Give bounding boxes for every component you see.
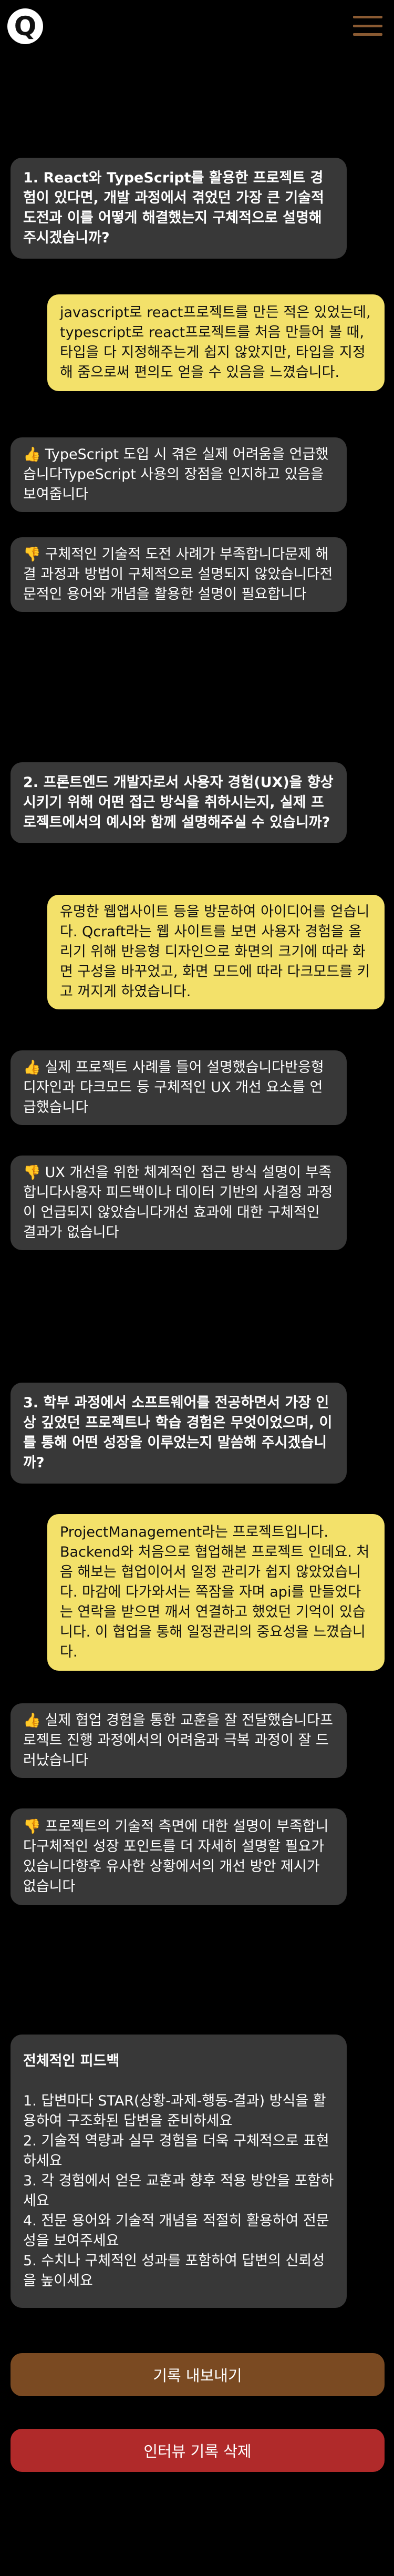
thumbs-down-icon: 👎	[23, 546, 41, 563]
feedback-good-3: 👍 실제 협업 경험을 통한 교훈을 잘 전달했습니다프로젝트 진행 과정에서의 …	[11, 1703, 347, 1778]
logo-letter: Q	[14, 11, 37, 42]
overall-feedback-card: 전체적인 피드백 1. 답변마다 STAR(상황-과제-행동-결과) 방식을 활…	[11, 2035, 347, 2308]
feedback-bad-text: UX 개선을 위한 체계적인 접근 방식 설명이 부족합니다사용자 피드백이나 …	[23, 1164, 333, 1241]
feedback-good-text: TypeScript 도입 시 겪은 실제 어려움을 언급했습니다TypeScr…	[23, 446, 329, 503]
answer-3: ProjectManagement라는 프로젝트입니다. Backend와 처음…	[47, 1514, 385, 1671]
question-text: 2. 프론트엔드 개발자로서 사용자 경험(UX)을 향상시키기 위해 어떤 접…	[23, 774, 334, 831]
thumbs-up-icon: 👍	[23, 446, 41, 463]
feedback-good-2: 👍 실제 프로젝트 사례를 들어 설명했습니다반응형 디자인과 다크모드 등 구체…	[11, 1050, 347, 1125]
thumbs-down-icon: 👎	[23, 1818, 41, 1835]
export-record-label: 기록 내보내기	[153, 2367, 242, 2385]
question-2: 2. 프론트엔드 개발자로서 사용자 경험(UX)을 향상시키기 위해 어떤 접…	[11, 762, 347, 843]
feedback-good-text: 실제 프로젝트 사례를 들어 설명했습니다반응형 디자인과 다크모드 등 구체적…	[23, 1059, 324, 1116]
app-header: Q	[0, 0, 394, 53]
question-text: 3. 학부 과정에서 소프트웨어를 전공하면서 가장 인상 깊었던 프로젝트나 …	[23, 1395, 333, 1471]
feedback-bad-text: 프로젝트의 기술적 측면에 대한 설명이 부족합니다구체적인 성장 포인트를 더…	[23, 1818, 329, 1895]
answer-2: 유명한 웹앱사이트 등을 방문하여 아이디어를 얻습니다. Qcraft라는 웹…	[47, 895, 385, 1009]
thumbs-down-icon: 👎	[23, 1164, 41, 1181]
feedback-bad-1: 👎 구체적인 기술적 도전 사례가 부족합니다문제 해결 과정과 방법이 구체적으…	[11, 537, 347, 612]
overall-feedback-item: 1. 답변마다 STAR(상황-과제-행동-결과) 방식을 활용하여 구조화된 …	[23, 2093, 326, 2129]
export-record-button[interactable]: 기록 내보내기	[11, 2353, 385, 2396]
overall-feedback-item: 5. 수치나 구체적인 성과를 포함하여 답변의 신뢰성을 높이세요	[23, 2253, 325, 2289]
feedback-good-text: 실제 협업 경험을 통한 교훈을 잘 전달했습니다프로젝트 진행 과정에서의 어…	[23, 1712, 333, 1769]
overall-feedback-title: 전체적인 피드백	[23, 2053, 120, 2069]
overall-feedback-item: 2. 기술적 역량과 실무 경험을 더욱 구체적으로 표현하세요	[23, 2133, 329, 2169]
answer-text: 유명한 웹앱사이트 등을 방문하여 아이디어를 얻습니다. Qcraft라는 웹…	[60, 904, 370, 1000]
answer-text: javascript로 react프로젝트를 만든 적은 있었는데, types…	[60, 304, 371, 381]
question-3: 3. 학부 과정에서 소프트웨어를 전공하면서 가장 인상 깊었던 프로젝트나 …	[11, 1383, 347, 1484]
thumbs-up-icon: 👍	[23, 1712, 41, 1729]
answer-1: javascript로 react프로젝트를 만든 적은 있었는데, types…	[47, 294, 385, 391]
question-text: 1. React와 TypeScript를 활용한 프로젝트 경험이 있다면, …	[23, 170, 324, 246]
feedback-bad-3: 👎 프로젝트의 기술적 측면에 대한 설명이 부족합니다구체적인 성장 포인트를 …	[11, 1808, 347, 1905]
app-logo[interactable]: Q	[7, 8, 43, 44]
answer-text: ProjectManagement라는 프로젝트입니다. Backend와 처음…	[60, 1524, 370, 1660]
hamburger-icon[interactable]	[353, 16, 382, 36]
overall-feedback-item: 3. 각 경험에서 얻은 교훈과 향후 적용 방안을 포함하세요	[23, 2173, 334, 2209]
feedback-bad-2: 👎 UX 개선을 위한 체계적인 접근 방식 설명이 부족합니다사용자 피드백이나…	[11, 1156, 347, 1250]
question-1: 1. React와 TypeScript를 활용한 프로젝트 경험이 있다면, …	[11, 158, 347, 259]
delete-interview-button[interactable]: 인터뷰 기록 삭제	[11, 2429, 385, 2472]
overall-feedback-item: 4. 전문 용어와 기술적 개념을 적절히 활용하여 전문성을 보여주세요	[23, 2213, 329, 2249]
thumbs-up-icon: 👍	[23, 1059, 41, 1076]
feedback-bad-text: 구체적인 기술적 도전 사례가 부족합니다문제 해결 과정과 방법이 구체적으로…	[23, 546, 333, 602]
feedback-good-1: 👍 TypeScript 도입 시 겪은 실제 어려움을 언급했습니다TypeSc…	[11, 437, 347, 512]
delete-interview-label: 인터뷰 기록 삭제	[143, 2442, 252, 2460]
